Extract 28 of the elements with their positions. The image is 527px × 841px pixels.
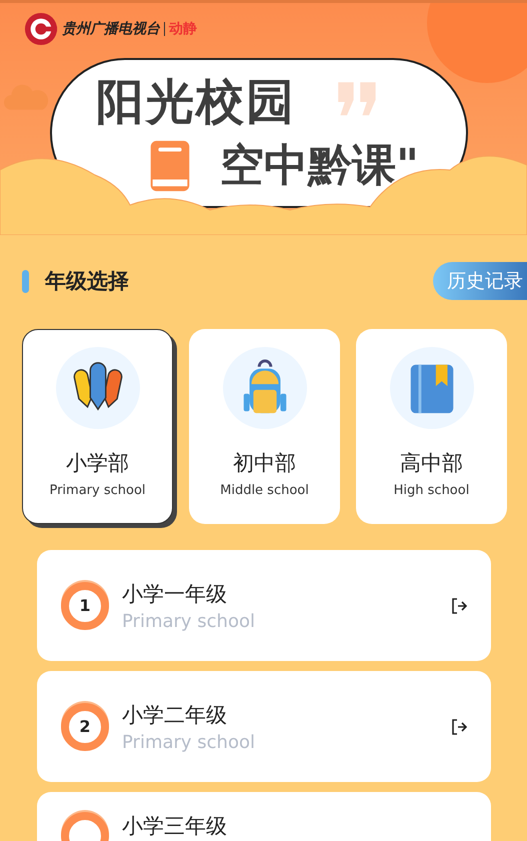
accent-bar [22, 270, 29, 292]
enter-icon [449, 596, 469, 616]
grade-row[interactable]: 小学三年级 [37, 792, 491, 841]
grade-subtitle: Primary school [122, 732, 256, 752]
brand-text: 动静 [169, 20, 197, 38]
number-badge: 1 [61, 582, 109, 630]
grade-row[interactable]: 2 小学二年级 Primary school [37, 671, 491, 782]
grade-name: 小学二年级 [122, 702, 228, 728]
grade-name: 小学三年级 [122, 813, 228, 840]
level-card[interactable]: 高中部 High school [356, 329, 507, 524]
level-card[interactable]: 初中部 Middle school [189, 329, 340, 524]
book-icon [148, 138, 192, 192]
level-subtitle: Primary school [49, 483, 146, 498]
level-name: 小学部 [66, 450, 129, 477]
grade-row[interactable]: 1 小学一年级 Primary school [37, 550, 491, 661]
banner-title: 阳光校园 [96, 73, 296, 132]
banner-title: 空中黔课" [220, 139, 419, 193]
level-name: 初中部 [233, 450, 296, 477]
level-subtitle: Middle school [220, 483, 309, 498]
grade-subtitle: Primary school [122, 610, 256, 632]
section-title: 年级选择 [45, 268, 130, 295]
logo-text: 贵州广播电视台 [62, 20, 160, 38]
level-subtitle: High school [394, 483, 470, 498]
enter-icon [449, 716, 469, 736]
logo-icon [24, 12, 58, 46]
level-name: 高中部 [400, 450, 463, 477]
number-badge: 2 [61, 702, 109, 750]
grade-name: 小学一年级 [122, 580, 228, 608]
